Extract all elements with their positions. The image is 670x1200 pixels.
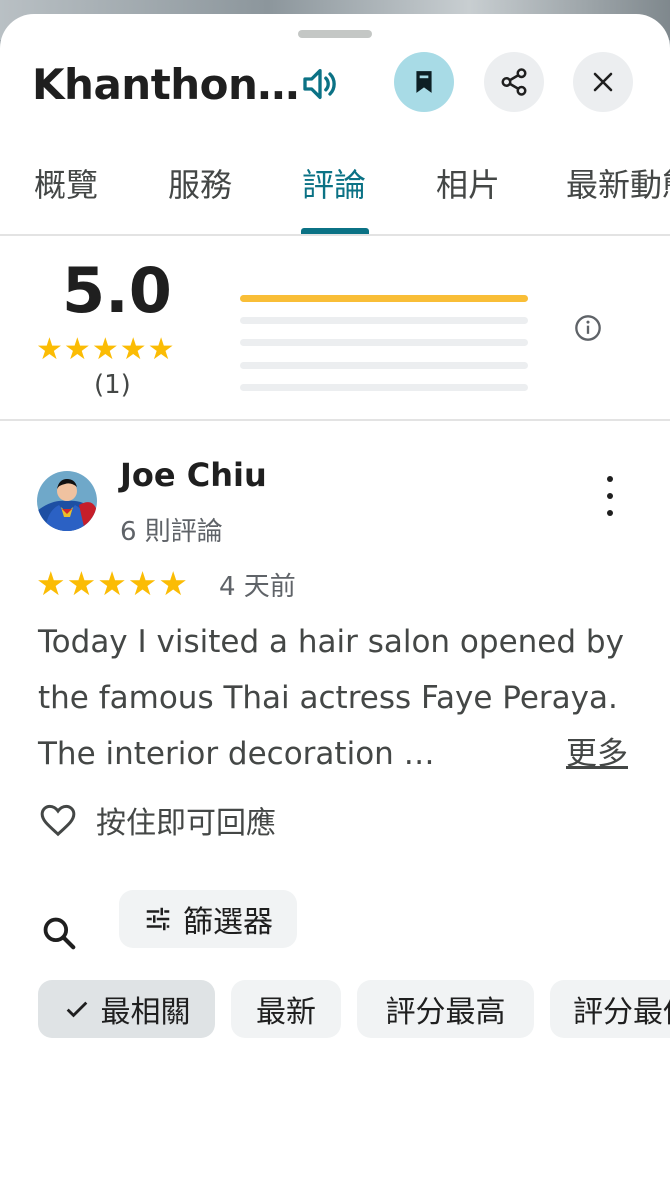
sort-chip-lowest[interactable]: 評分最低 (550, 980, 670, 1038)
speaker-button[interactable] (290, 54, 350, 114)
star-icon: ★ (36, 332, 63, 367)
share-icon (501, 68, 527, 96)
like-button[interactable]: 按住即可回應 (38, 798, 276, 842)
star-icon: ★ (97, 564, 127, 603)
review-count: (1) (94, 370, 131, 400)
sort-chip-label: 最新 (256, 995, 316, 1030)
bookmark-icon (416, 71, 432, 93)
filter-button[interactable]: 篩選器 (119, 890, 297, 948)
search-icon[interactable] (40, 914, 78, 952)
sort-chip-label: 最相關 (100, 995, 191, 1030)
average-rating: 5.0 (62, 254, 172, 327)
star-icon: ★ (91, 332, 119, 367)
reviewer-name[interactable]: Joe Chiu (120, 456, 267, 494)
review-text-container: Today I visited a hair salon opened by t… (38, 614, 638, 782)
review-date: 4 天前 (219, 572, 296, 602)
tune-icon (146, 907, 170, 931)
speaker-icon (303, 69, 336, 100)
star-icon: ★ (63, 332, 91, 367)
info-icon[interactable] (574, 314, 602, 342)
rating-bar-1-star (240, 384, 528, 391)
avatar-image (37, 471, 97, 531)
star-icon: ★ (66, 564, 97, 603)
review-stars: ★ ★ ★ ★ ★ (36, 564, 188, 603)
rating-bar-fill (240, 295, 528, 302)
star-icon: ★ (119, 332, 147, 367)
tab-photos[interactable]: 相片 (436, 160, 500, 206)
like-label: 按住即可回應 (96, 806, 276, 841)
rating-bar-2-star (240, 362, 528, 369)
heart-icon (40, 804, 76, 837)
sort-chip-highest[interactable]: 評分最高 (357, 980, 534, 1038)
tabs-divider (0, 234, 670, 236)
save-button[interactable] (394, 52, 454, 112)
star-icon: ★ (147, 332, 175, 367)
place-title: Khanthon… (32, 60, 299, 109)
sort-chip-label: 評分最低 (573, 995, 670, 1030)
summary-divider (0, 419, 670, 421)
place-sheet: Khanthon… 概覽 服務 評論 相片 最新動態 5.0 ★★★★★ (1) (0, 14, 670, 1200)
more-link[interactable]: 更多 (566, 726, 628, 782)
share-button[interactable] (484, 52, 544, 112)
sort-chip-label: 評分最高 (385, 995, 506, 1030)
check-icon (66, 1001, 87, 1018)
star-icon: ★ (127, 564, 158, 603)
rating-bar-3-star (240, 339, 528, 346)
drag-handle[interactable] (298, 30, 372, 38)
tab-reviews[interactable]: 評論 (302, 160, 366, 206)
tab-overview[interactable]: 概覽 (34, 160, 98, 206)
close-button[interactable] (573, 52, 633, 112)
summary-stars: ★ ★ ★ ★ ★ (36, 332, 175, 367)
tab-services[interactable]: 服務 (168, 160, 232, 206)
rating-bar-5-star (240, 295, 528, 302)
rating-bar-4-star (240, 317, 528, 324)
sort-chip-most-relevant[interactable]: 最相關 (38, 980, 215, 1038)
review-text: Today I visited a hair salon opened by t… (38, 624, 624, 772)
tab-updates[interactable]: 最新動態 (566, 160, 670, 206)
close-icon (593, 72, 613, 92)
sort-chip-newest[interactable]: 最新 (231, 980, 341, 1038)
more-options-icon[interactable] (596, 476, 624, 516)
star-icon: ★ (158, 564, 188, 603)
filter-label: 篩選器 (183, 905, 273, 940)
reviewer-review-count: 6 則評論 (120, 517, 223, 547)
tab-bar: 概覽 服務 評論 相片 最新動態 (0, 150, 670, 236)
star-icon: ★ (36, 564, 66, 603)
reviewer-avatar[interactable] (37, 471, 97, 531)
